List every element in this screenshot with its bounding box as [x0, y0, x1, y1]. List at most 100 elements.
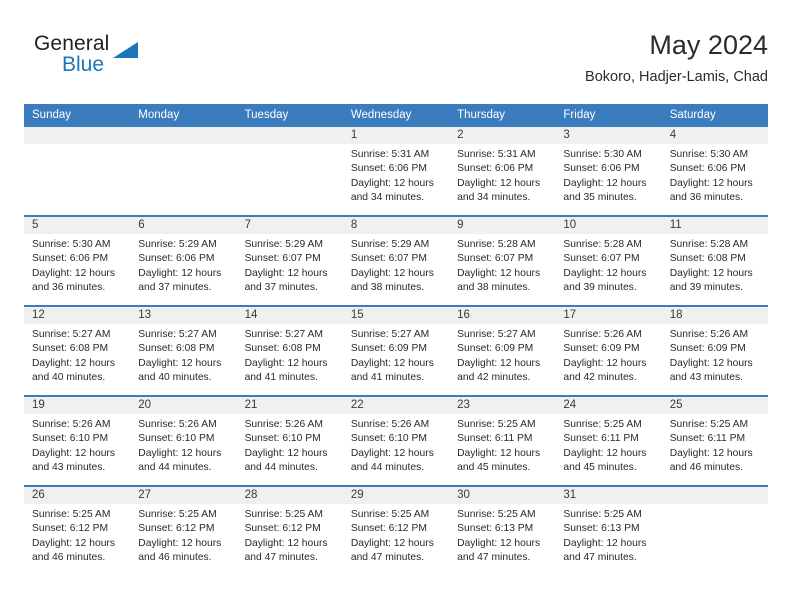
- day-cell[interactable]: 2 Sunrise: 5:31 AM Sunset: 6:06 PM Daylight…: [449, 127, 556, 215]
- daylight-duration-line2: and 45 minutes.: [457, 461, 531, 473]
- day-cell[interactable]: 3 Sunrise: 5:30 AM Sunset: 6:06 PM Daylight…: [555, 127, 662, 215]
- day-sun-info: Sunrise: 5:26 AM Sunset: 6:10 PM Daylight:…: [343, 414, 449, 475]
- day-number: 6: [130, 217, 237, 234]
- day-cell[interactable]: 11 Sunrise: 5:28 AM Sunset: 6:08 PM Dayligh…: [661, 217, 768, 305]
- day-cell[interactable]: 20 Sunrise: 5:26 AM Sunset: 6:10 PM Dayligh…: [130, 397, 237, 485]
- day-cell[interactable]: 25 Sunrise: 5:25 AM Sunset: 6:11 PM Dayligh…: [661, 397, 768, 485]
- day-number: 14: [236, 307, 343, 324]
- logo-triangle-icon: [113, 42, 138, 58]
- day-sun-info: Sunrise: 5:26 AM Sunset: 6:09 PM Daylight:…: [555, 324, 661, 385]
- calendar-week-row: 19 Sunrise: 5:26 AM Sunset: 6:10 PM Dayligh…: [24, 395, 768, 486]
- day-number: 17: [555, 307, 662, 324]
- day-cell[interactable]: 1 Sunrise: 5:31 AM Sunset: 6:06 PM Daylight…: [342, 127, 450, 215]
- sunset-time: Sunset: 6:08 PM: [138, 343, 215, 355]
- weekday-header-monday: Monday: [130, 104, 237, 127]
- daylight-duration-line2: and 36 minutes.: [32, 281, 106, 293]
- day-cell[interactable]: 21 Sunrise: 5:26 AM Sunset: 6:10 PM Dayligh…: [236, 397, 343, 485]
- sunset-time: Sunset: 6:12 PM: [350, 523, 427, 535]
- daylight-duration-line2: and 34 minutes.: [457, 191, 531, 203]
- day-cell[interactable]: 9 Sunrise: 5:28 AM Sunset: 6:07 PM Daylight…: [449, 217, 556, 305]
- daylight-duration-line1: Daylight: 12 hours: [244, 537, 328, 549]
- day-number: 13: [130, 307, 237, 324]
- daylight-duration-line2: and 37 minutes.: [138, 281, 212, 293]
- daylight-duration-line2: and 45 minutes.: [563, 461, 637, 473]
- day-cell-empty: [24, 127, 131, 215]
- day-sun-info: Sunrise: 5:30 AM Sunset: 6:06 PM Daylight:…: [555, 144, 661, 205]
- day-number: 29: [342, 487, 450, 504]
- day-sun-info: Sunrise: 5:29 AM Sunset: 6:07 PM Daylight:…: [237, 234, 343, 295]
- day-cell[interactable]: 31 Sunrise: 5:25 AM Sunset: 6:13 PM Dayligh…: [555, 487, 662, 575]
- daylight-duration-line2: and 43 minutes.: [32, 461, 106, 473]
- day-number: [130, 127, 237, 144]
- day-cell[interactable]: 22 Sunrise: 5:26 AM Sunset: 6:10 PM Dayligh…: [342, 397, 450, 485]
- day-cell[interactable]: 15 Sunrise: 5:27 AM Sunset: 6:09 PM Dayligh…: [342, 307, 450, 395]
- day-cell[interactable]: 5 Sunrise: 5:30 AM Sunset: 6:06 PM Daylight…: [24, 217, 131, 305]
- sunset-time: Sunset: 6:09 PM: [669, 343, 746, 355]
- day-cell[interactable]: 16 Sunrise: 5:27 AM Sunset: 6:09 PM Dayligh…: [449, 307, 556, 395]
- day-cell[interactable]: 14 Sunrise: 5:27 AM Sunset: 6:08 PM Dayligh…: [236, 307, 343, 395]
- sunrise-time: Sunrise: 5:26 AM: [350, 419, 430, 430]
- daylight-duration-line2: and 38 minutes.: [457, 281, 531, 293]
- sunset-time: Sunset: 6:06 PM: [138, 253, 215, 265]
- weekday-header-friday: Friday: [555, 104, 662, 127]
- sunrise-time: Sunrise: 5:31 AM: [457, 149, 536, 160]
- day-cell[interactable]: 6 Sunrise: 5:29 AM Sunset: 6:06 PM Daylight…: [130, 217, 237, 305]
- day-cell[interactable]: 29 Sunrise: 5:25 AM Sunset: 6:12 PM Dayligh…: [342, 487, 450, 575]
- sunrise-time: Sunrise: 5:25 AM: [244, 509, 323, 520]
- sunset-time: Sunset: 6:06 PM: [350, 163, 427, 175]
- daylight-duration-line2: and 42 minutes.: [563, 371, 637, 383]
- day-number: 18: [661, 307, 768, 324]
- sunset-time: Sunset: 6:09 PM: [563, 343, 640, 355]
- sunrise-time: Sunrise: 5:25 AM: [32, 509, 111, 520]
- day-cell[interactable]: 8 Sunrise: 5:29 AM Sunset: 6:07 PM Daylight…: [342, 217, 450, 305]
- day-cell[interactable]: 13 Sunrise: 5:27 AM Sunset: 6:08 PM Dayligh…: [130, 307, 237, 395]
- daylight-duration-line2: and 44 minutes.: [350, 461, 425, 473]
- general-blue-logo: General Blue: [34, 32, 234, 88]
- calendar-cell: 10 Sunrise: 5:28 AM Sunset: 6:07 PM Dayligh…: [555, 215, 662, 306]
- day-sun-info: Sunrise: 5:26 AM Sunset: 6:10 PM Daylight:…: [237, 414, 343, 475]
- day-sun-info: Sunrise: 5:26 AM Sunset: 6:10 PM Daylight:…: [130, 414, 236, 475]
- day-number: 5: [24, 217, 131, 234]
- day-cell[interactable]: 12 Sunrise: 5:27 AM Sunset: 6:08 PM Dayligh…: [24, 307, 131, 395]
- sunset-time: Sunset: 6:12 PM: [32, 523, 109, 535]
- sunrise-time: Sunrise: 5:27 AM: [138, 329, 217, 340]
- daylight-duration-line1: Daylight: 12 hours: [350, 537, 434, 549]
- daylight-duration-line1: Daylight: 12 hours: [244, 447, 328, 459]
- day-cell[interactable]: 10 Sunrise: 5:28 AM Sunset: 6:07 PM Dayligh…: [555, 217, 662, 305]
- calendar-cell: 14 Sunrise: 5:27 AM Sunset: 6:08 PM Dayligh…: [236, 305, 343, 396]
- daylight-duration-line1: Daylight: 12 hours: [457, 357, 541, 369]
- day-number: 19: [24, 397, 131, 414]
- day-cell[interactable]: 28 Sunrise: 5:25 AM Sunset: 6:12 PM Dayligh…: [236, 487, 343, 575]
- daylight-duration-line1: Daylight: 12 hours: [244, 267, 328, 279]
- calendar-cell: 29 Sunrise: 5:25 AM Sunset: 6:12 PM Dayligh…: [342, 485, 450, 575]
- day-cell[interactable]: 23 Sunrise: 5:25 AM Sunset: 6:11 PM Dayligh…: [449, 397, 556, 485]
- day-sun-info: Sunrise: 5:25 AM Sunset: 6:11 PM Daylight:…: [449, 414, 555, 475]
- day-cell[interactable]: 26 Sunrise: 5:25 AM Sunset: 6:12 PM Dayligh…: [24, 487, 131, 575]
- daylight-duration-line2: and 39 minutes.: [563, 281, 637, 293]
- day-sun-info: Sunrise: 5:25 AM Sunset: 6:11 PM Daylight:…: [555, 414, 661, 475]
- day-cell[interactable]: 7 Sunrise: 5:29 AM Sunset: 6:07 PM Daylight…: [236, 217, 343, 305]
- day-cell[interactable]: 17 Sunrise: 5:26 AM Sunset: 6:09 PM Dayligh…: [555, 307, 662, 395]
- day-cell[interactable]: 27 Sunrise: 5:25 AM Sunset: 6:12 PM Dayligh…: [130, 487, 237, 575]
- day-cell-empty: [661, 487, 768, 575]
- day-cell[interactable]: 19 Sunrise: 5:26 AM Sunset: 6:10 PM Dayligh…: [24, 397, 131, 485]
- sunset-time: Sunset: 6:06 PM: [32, 253, 109, 265]
- day-sun-info: Sunrise: 5:28 AM Sunset: 6:07 PM Daylight:…: [449, 234, 555, 295]
- sunset-time: Sunset: 6:13 PM: [563, 523, 640, 535]
- calendar-week-row: 12 Sunrise: 5:27 AM Sunset: 6:08 PM Dayligh…: [24, 305, 768, 396]
- daylight-duration-line1: Daylight: 12 hours: [32, 447, 115, 459]
- calendar-cell: 31 Sunrise: 5:25 AM Sunset: 6:13 PM Dayligh…: [555, 485, 662, 575]
- day-cell[interactable]: 24 Sunrise: 5:25 AM Sunset: 6:11 PM Dayligh…: [555, 397, 662, 485]
- day-cell[interactable]: 30 Sunrise: 5:25 AM Sunset: 6:13 PM Dayligh…: [449, 487, 556, 575]
- day-sun-info: Sunrise: 5:28 AM Sunset: 6:07 PM Daylight:…: [555, 234, 661, 295]
- day-sun-info: Sunrise: 5:25 AM Sunset: 6:12 PM Daylight:…: [130, 504, 236, 565]
- daylight-duration-line2: and 37 minutes.: [244, 281, 318, 293]
- day-cell[interactable]: 4 Sunrise: 5:30 AM Sunset: 6:06 PM Daylight…: [661, 127, 768, 215]
- sunset-time: Sunset: 6:07 PM: [563, 253, 640, 265]
- calendar-cell: [24, 127, 131, 216]
- daylight-duration-line1: Daylight: 12 hours: [457, 177, 541, 189]
- day-cell[interactable]: 18 Sunrise: 5:26 AM Sunset: 6:09 PM Dayligh…: [661, 307, 768, 395]
- calendar-grid: Sunday Monday Tuesday Wednesday Thursday…: [24, 104, 768, 575]
- day-number: 12: [24, 307, 131, 324]
- daylight-duration-line1: Daylight: 12 hours: [669, 177, 753, 189]
